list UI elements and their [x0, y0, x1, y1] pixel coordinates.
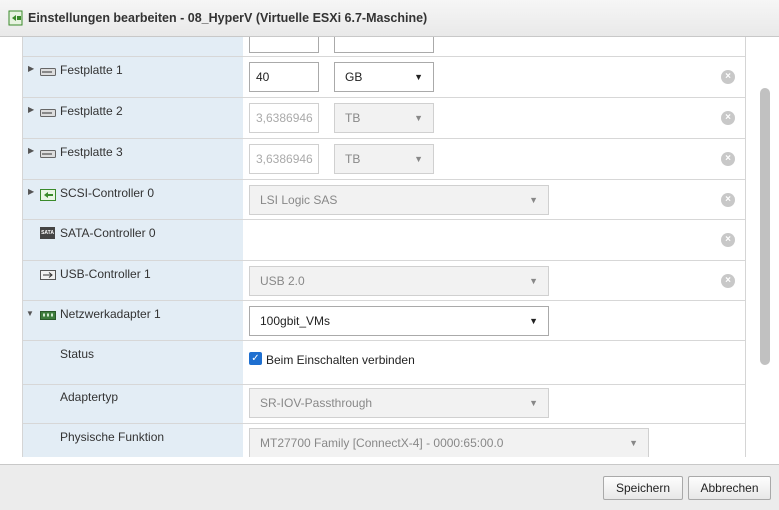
scsi-type-select[interactable]: LSI Logic SAS ▼ [249, 185, 549, 215]
physfunc-label: Physische Funktion [60, 430, 165, 444]
status-label: Status [60, 347, 95, 361]
triangle-right-icon[interactable]: ▶ [28, 105, 34, 114]
network-select[interactable]: 100gbit_VMs ▼ [249, 306, 549, 336]
dialog-footer: Speichern Abbrechen [0, 464, 779, 510]
hard-disk-icon [40, 150, 56, 158]
usb-icon [40, 270, 56, 280]
sata-controller-icon: SATA [40, 227, 55, 239]
cancel-button[interactable]: Abbrechen [688, 476, 771, 500]
scsi-label: SCSI-Controller 0 [60, 186, 155, 200]
caret-down-icon: ▼ [414, 72, 423, 82]
table-row-network: ▼ Netzwerkadapter 1 100gbit_VMs ▼ [23, 301, 745, 341]
close-circle-icon[interactable]: × [721, 111, 735, 125]
close-circle-icon[interactable]: × [721, 152, 735, 166]
table-row-adaptertyp: Adaptertyp SR-IOV-Passthrough ▼ [23, 385, 745, 424]
close-circle-icon[interactable]: × [721, 233, 735, 247]
vm-settings-icon [8, 10, 23, 26]
network-adapter-icon [40, 311, 56, 320]
table-row-usb: USB-Controller 1 USB 2.0 ▼ × [23, 261, 745, 301]
table-row-scsi: ▶ SCSI-Controller 0 LSI Logic SAS ▼ × [23, 180, 745, 220]
disk2-unit-select[interactable]: TB ▼ [334, 103, 434, 133]
adaptertyp-select[interactable]: SR-IOV-Passthrough ▼ [249, 388, 549, 418]
disk3-unit-select[interactable]: TB ▼ [334, 144, 434, 174]
hard-disk-icon [40, 109, 56, 117]
table-row-sata: SATA SATA-Controller 0 × [23, 220, 745, 261]
disk1-label: Festplatte 1 [60, 63, 123, 77]
sata-label: SATA-Controller 0 [60, 226, 156, 240]
triangle-right-icon[interactable]: ▶ [28, 64, 34, 73]
disk3-label: Festplatte 3 [60, 145, 123, 159]
connect-on-poweron-label[interactable]: Beim Einschalten verbinden [266, 353, 415, 367]
caret-down-icon: ▼ [529, 316, 538, 326]
table-row-disk3: ▶ Festplatte 3 3,6386946 TB ▼ × [23, 139, 745, 180]
dialog-titlebar: Einstellungen bearbeiten - 08_HyperV (Vi… [0, 0, 779, 37]
settings-body: ▶ Festplatte 1 40 GB ▼ × ▶ Festplatte 2 … [0, 37, 779, 464]
hardware-table: ▶ Festplatte 1 40 GB ▼ × ▶ Festplatte 2 … [22, 37, 746, 457]
usb-type-select[interactable]: USB 2.0 ▼ [249, 266, 549, 296]
disk2-label: Festplatte 2 [60, 104, 123, 118]
close-circle-icon[interactable]: × [721, 193, 735, 207]
triangle-down-icon[interactable]: ▼ [26, 309, 34, 318]
scsi-controller-icon [40, 189, 56, 201]
previous-row-partial [23, 37, 745, 57]
caret-down-icon: ▼ [529, 276, 538, 286]
connect-on-poweron-checkbox[interactable]: ✓ [249, 352, 262, 365]
table-row-physfunc: Physische Funktion MT27700 Family [Conne… [23, 424, 745, 457]
table-row-disk2: ▶ Festplatte 2 3,6386946 TB ▼ × [23, 98, 745, 139]
caret-down-icon: ▼ [414, 154, 423, 164]
previous-input-partial[interactable] [249, 37, 319, 53]
vertical-scrollbar-thumb[interactable] [760, 88, 770, 365]
triangle-right-icon[interactable]: ▶ [28, 146, 34, 155]
hard-disk-icon [40, 68, 56, 76]
close-circle-icon[interactable]: × [721, 70, 735, 84]
previous-select-partial[interactable] [334, 37, 434, 53]
close-circle-icon[interactable]: × [721, 274, 735, 288]
caret-down-icon: ▼ [529, 398, 538, 408]
disk2-size-input[interactable]: 3,6386946 [249, 103, 319, 133]
table-row-disk1: ▶ Festplatte 1 40 GB ▼ × [23, 57, 745, 98]
network-label: Netzwerkadapter 1 [60, 307, 161, 321]
triangle-right-icon[interactable]: ▶ [28, 187, 34, 196]
table-row-status: Status ✓ Beim Einschalten verbinden [23, 341, 745, 385]
dialog-title: Einstellungen bearbeiten - 08_HyperV (Vi… [28, 11, 428, 25]
disk1-size-input[interactable]: 40 [249, 62, 319, 92]
caret-down-icon: ▼ [529, 195, 538, 205]
save-button[interactable]: Speichern [603, 476, 683, 500]
caret-down-icon: ▼ [629, 438, 638, 448]
adaptertyp-label: Adaptertyp [60, 390, 119, 404]
disk1-unit-select[interactable]: GB ▼ [334, 62, 434, 92]
caret-down-icon: ▼ [414, 113, 423, 123]
usb-label: USB-Controller 1 [60, 267, 151, 281]
disk3-size-input[interactable]: 3,6386946 [249, 144, 319, 174]
physfunc-select[interactable]: MT27700 Family [ConnectX-4] - 0000:65:00… [249, 428, 649, 457]
